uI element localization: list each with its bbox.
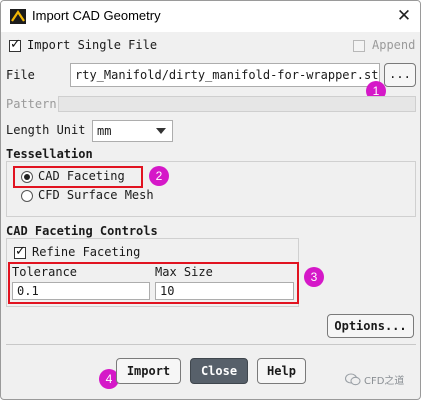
close-button[interactable]: Close [190,358,248,384]
append-label: Append [372,38,416,52]
tolerance-input[interactable]: 0.1 [12,282,150,300]
pattern-input[interactable] [58,96,416,112]
file-label: File [6,68,35,82]
cad-faceting-radio[interactable] [21,171,33,183]
import-single-file-label: Import Single File [27,38,158,52]
options-button[interactable]: Options... [327,314,414,338]
append-checkbox[interactable] [353,40,365,52]
cfd-surface-mesh-label: CFD Surface Mesh [38,188,154,202]
tolerance-label: Tolerance [12,265,78,279]
title-bar: Import CAD Geometry ✕ [1,1,420,32]
wechat-icon [345,373,361,386]
close-window-icon[interactable]: ✕ [390,4,418,28]
max-size-input[interactable]: 10 [155,282,294,300]
bottom-separator [6,344,416,345]
pattern-label: Pattern [6,97,57,111]
cad-faceting-label: CAD Faceting [38,169,125,183]
tessellation-heading: Tessellation [6,147,93,161]
max-size-label: Max Size [155,265,213,279]
help-button[interactable]: Help [257,358,306,384]
callout-badge-2: 2 [149,166,169,186]
callout-badge-3: 3 [304,267,324,287]
length-unit-label: Length Unit [6,123,86,137]
browse-button[interactable]: ... [384,63,416,87]
ansys-app-icon [10,9,26,24]
refine-faceting-label: Refine Faceting [32,245,141,259]
cad-faceting-controls-heading: CAD Faceting Controls [6,224,158,238]
file-path-input[interactable]: rty_Manifold/dirty_manifold-for-wrapper.… [70,63,380,87]
import-button[interactable]: Import [116,358,181,384]
watermark-text: CFD之道 [364,376,405,387]
refine-faceting-checkbox[interactable] [14,244,26,259]
length-unit-value: mm [97,124,112,138]
import-cad-geometry-dialog: Import CAD Geometry ✕ Import Single File… [0,0,421,400]
import-single-file-checkbox[interactable] [9,37,21,52]
chevron-down-icon [156,128,166,134]
length-unit-dropdown[interactable]: mm [92,120,173,142]
cfd-surface-mesh-radio[interactable] [21,190,33,202]
dialog-title: Import CAD Geometry [32,8,161,23]
